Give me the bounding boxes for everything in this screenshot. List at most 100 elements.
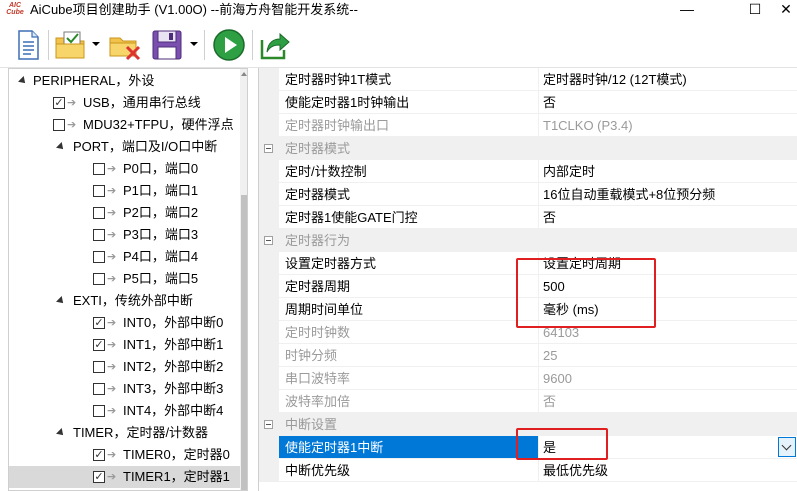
checkbox[interactable]: ✓: [53, 97, 65, 109]
property-row[interactable]: 波特率加倍否: [259, 390, 797, 413]
checkbox[interactable]: [93, 405, 105, 417]
property-category[interactable]: 定时器行为: [259, 229, 797, 252]
property-value[interactable]: 内部定时: [539, 160, 797, 183]
property-value: 否: [539, 390, 797, 413]
new-file-button[interactable]: [14, 28, 42, 62]
save-button[interactable]: [150, 28, 184, 62]
checkbox[interactable]: [93, 163, 105, 175]
property-row[interactable]: 使能定时器1时钟输出否: [259, 91, 797, 114]
checkbox[interactable]: [93, 383, 105, 395]
tree-item-label: EXTI，传统外部中断: [73, 293, 193, 308]
collapse-icon[interactable]: [264, 236, 273, 245]
tree-item[interactable]: ➔ P0口，端口0: [9, 158, 241, 180]
row-gutter: [259, 321, 279, 344]
tree-item-label: TIMER，定时器/计数器: [73, 425, 209, 440]
tree-item[interactable]: PORT，端口及I/O口中断: [9, 136, 241, 158]
property-name: 设置定时器方式: [279, 252, 539, 275]
checkbox[interactable]: ✓: [93, 339, 105, 351]
tree-item[interactable]: ✓ ➔ INT1，外部中断1: [9, 334, 241, 356]
tree-item-label: INT0，外部中断0: [123, 315, 224, 330]
property-row[interactable]: 定时器时钟输出口 T1CLKO (P3.4): [259, 114, 797, 137]
expand-arrow-icon[interactable]: [56, 142, 66, 152]
save-dropdown-arrow[interactable]: [190, 42, 198, 46]
property-value[interactable]: 否: [539, 91, 797, 114]
row-gutter: [259, 275, 279, 298]
run-button[interactable]: [212, 28, 246, 62]
checkbox[interactable]: [93, 229, 105, 241]
toolbar-separator: [204, 30, 205, 60]
expand-arrow-icon[interactable]: [56, 296, 66, 306]
maximize-button[interactable]: ☐: [733, 0, 777, 20]
row-gutter: [259, 252, 279, 275]
property-name: 中断优先级: [279, 459, 539, 482]
tree-item[interactable]: ➔ P4口，端口4: [9, 246, 241, 268]
close-project-button[interactable]: [108, 28, 142, 62]
checkbox[interactable]: [93, 185, 105, 197]
tree-item[interactable]: PERIPHERAL，外设: [9, 70, 241, 92]
property-value[interactable]: 16位自动重载模式+8位预分频: [539, 183, 797, 206]
arrow-icon: ➔: [107, 317, 117, 329]
arrow-icon: ➔: [107, 163, 117, 175]
tree-item[interactable]: ➔ INT3，外部中断3: [9, 378, 241, 400]
property-name: 串口波特率: [279, 367, 539, 390]
checkbox[interactable]: ✓: [93, 317, 105, 329]
chevron-down-icon[interactable]: [778, 437, 796, 457]
arrow-icon: ➔: [107, 361, 117, 373]
peripheral-tree[interactable]: PERIPHERAL，外设 ✓ ➔ USB，通用串行总线 ➔ MDU32+TFPU，硬件浮…: [8, 68, 248, 491]
tree-item[interactable]: ✓ ➔ INT0，外部中断0: [9, 312, 241, 334]
row-gutter: [259, 390, 279, 413]
tree-item[interactable]: ➔ P5口，端口5: [9, 268, 241, 290]
tree-item[interactable]: TIMER，定时器/计数器: [9, 422, 241, 444]
new-file-icon: [18, 30, 39, 60]
open-project-button[interactable]: [54, 28, 88, 62]
tree-item[interactable]: ➔ MDU32+TFPU，硬件浮点: [9, 114, 241, 136]
property-grid[interactable]: 定时器时钟1T模式 定时器时钟/12 (12T模式) 使能定时器1时钟输出否定时器时…: [258, 68, 797, 491]
expand-arrow-icon[interactable]: [56, 428, 66, 438]
minimize-button[interactable]: —: [665, 0, 709, 20]
tree-item-label: MDU32+TFPU，硬件浮点: [83, 117, 234, 132]
scroll-up-arrow-icon[interactable]: [241, 72, 247, 76]
scrollbar-thumb[interactable]: [241, 195, 247, 490]
tree-item[interactable]: ➔ P3口，端口3: [9, 224, 241, 246]
property-row[interactable]: 中断优先级 最低优先级: [259, 459, 797, 482]
expand-arrow-icon[interactable]: [18, 76, 28, 86]
open-dropdown-arrow[interactable]: [92, 42, 100, 46]
tree-item-label: INT2，外部中断2: [123, 359, 224, 374]
tree-item[interactable]: EXTI，传统外部中断: [9, 290, 241, 312]
property-row[interactable]: 定时器时钟1T模式 定时器时钟/12 (12T模式): [259, 68, 797, 91]
highlight-box-timer-behavior: [516, 258, 656, 328]
tree-item[interactable]: ✓ ➔ USB，通用串行总线: [9, 92, 241, 114]
export-button[interactable]: [258, 28, 292, 62]
tree-item[interactable]: ✓ ➔ TIMER0，定时器0: [9, 444, 241, 466]
checkbox[interactable]: [93, 361, 105, 373]
property-row[interactable]: 串口波特率 9600: [259, 367, 797, 390]
checkbox[interactable]: [53, 119, 65, 131]
property-value[interactable]: 最低优先级: [539, 459, 797, 482]
property-value[interactable]: 定时器时钟/12 (12T模式): [539, 68, 797, 91]
checkbox[interactable]: [93, 251, 105, 263]
row-gutter: [259, 298, 279, 321]
close-button[interactable]: ✕: [775, 0, 797, 20]
tree-item[interactable]: ➔ INT4，外部中断4: [9, 400, 241, 422]
tree-item[interactable]: ✓ ➔ TIMER1，定时器1: [9, 466, 241, 488]
tree-item[interactable]: ➔ INT2，外部中断2: [9, 356, 241, 378]
checkbox[interactable]: [93, 207, 105, 219]
collapse-icon[interactable]: [264, 420, 273, 429]
property-row[interactable]: 定时/计数控制 内部定时: [259, 160, 797, 183]
property-row[interactable]: 定时器模式 16位自动重载模式+8位预分频: [259, 183, 797, 206]
row-gutter: [259, 160, 279, 183]
checkbox[interactable]: ✓: [93, 471, 105, 483]
property-category[interactable]: 定时器模式: [259, 137, 797, 160]
tree-item[interactable]: ➔ P1口，端口1: [9, 180, 241, 202]
checkbox[interactable]: ✓: [93, 449, 105, 461]
tree-item[interactable]: ➔ P2口，端口2: [9, 202, 241, 224]
property-row[interactable]: 定时器1使能GATE门控否: [259, 206, 797, 229]
category-label: 定时器模式: [285, 141, 351, 156]
checkbox[interactable]: [93, 273, 105, 285]
property-value[interactable]: 否: [539, 206, 797, 229]
tree-scrollbar[interactable]: [240, 69, 247, 490]
property-row[interactable]: 时钟分频 25: [259, 344, 797, 367]
collapse-icon[interactable]: [264, 144, 273, 153]
row-gutter: [259, 367, 279, 390]
row-gutter: [259, 114, 279, 137]
